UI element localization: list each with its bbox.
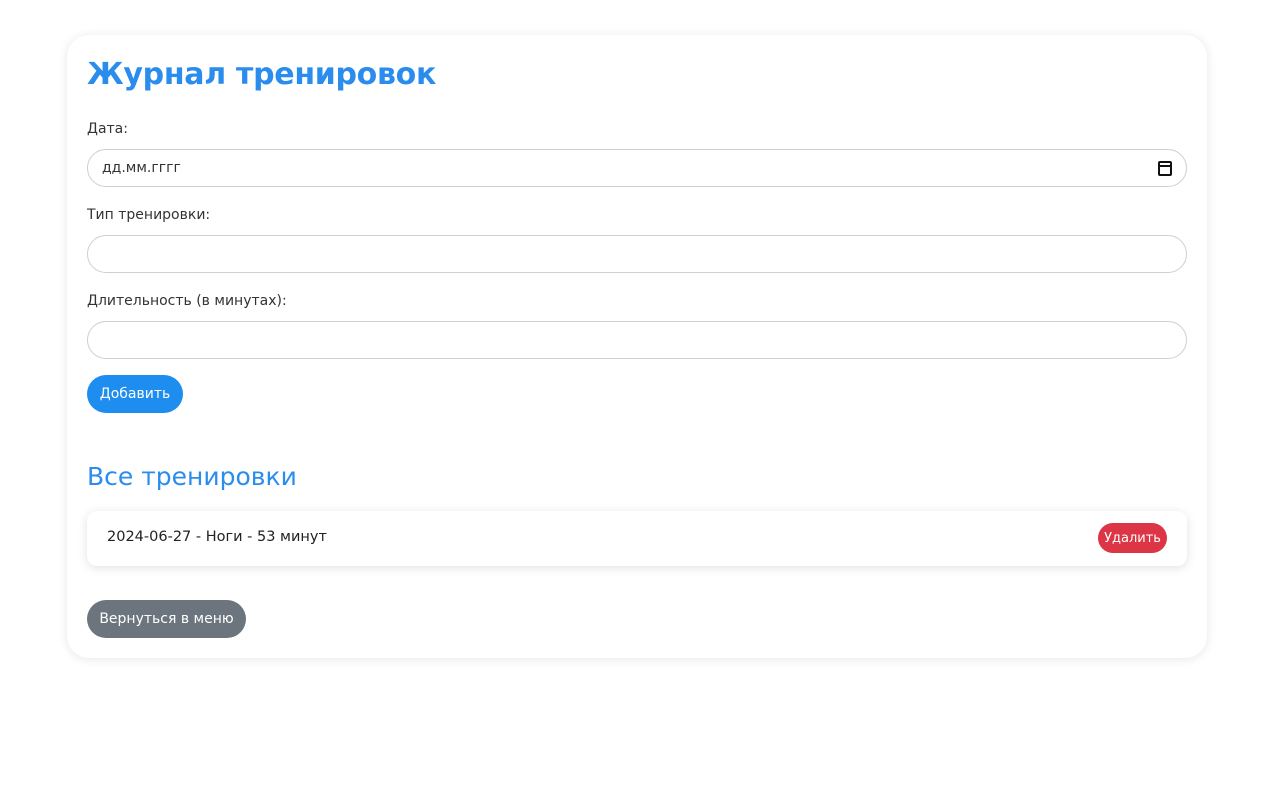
- add-button[interactable]: Добавить: [87, 375, 183, 413]
- type-label: Тип тренировки:: [87, 207, 211, 223]
- calendar-icon[interactable]: [1158, 161, 1172, 176]
- workout-log-card: Журнал тренировок Дата: дд.мм.гггг Тип т…: [67, 35, 1207, 658]
- workout-entry-text: 2024-06-27 - Ноги - 53 минут: [107, 529, 327, 545]
- back-to-menu-button[interactable]: Вернуться в меню: [87, 600, 246, 638]
- list-item: 2024-06-27 - Ноги - 53 минут Удалить: [87, 511, 1187, 566]
- date-label: Дата:: [87, 121, 128, 137]
- date-placeholder: дд.мм.гггг: [102, 160, 181, 176]
- type-input[interactable]: [87, 235, 1187, 273]
- delete-button[interactable]: Удалить: [1098, 523, 1167, 553]
- date-input[interactable]: дд.мм.гггг: [87, 149, 1187, 187]
- duration-label: Длительность (в минутах):: [87, 293, 287, 309]
- workouts-list-title: Все тренировки: [87, 462, 297, 491]
- duration-input[interactable]: [87, 321, 1187, 359]
- page-title: Журнал тренировок: [87, 57, 437, 92]
